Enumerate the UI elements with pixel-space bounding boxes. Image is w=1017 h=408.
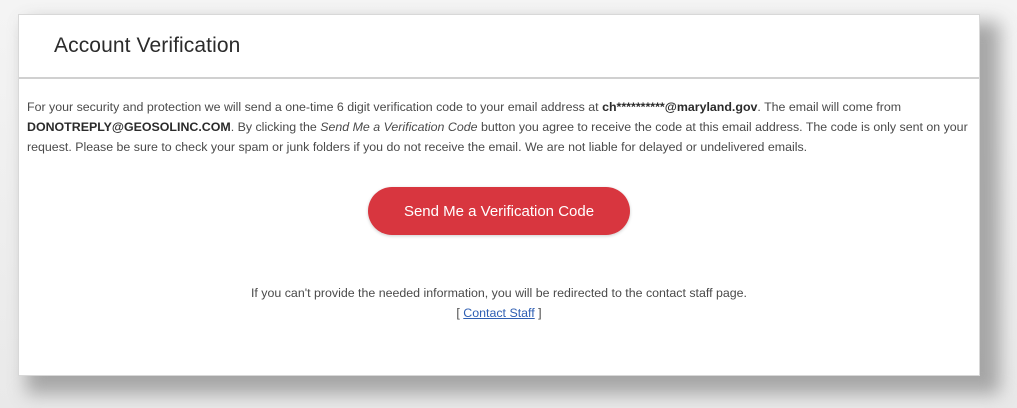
message-part-2: . The email will come from: [757, 100, 902, 114]
footer: If you can't provide the needed informat…: [27, 283, 971, 323]
card-header: Account Verification: [19, 15, 979, 79]
button-reference: Send Me a Verification Code: [320, 120, 478, 134]
contact-staff-link[interactable]: Contact Staff: [463, 306, 534, 320]
sender-email: DONOTREPLY@GEOSOLINC.COM: [27, 120, 231, 134]
send-verification-code-button[interactable]: Send Me a Verification Code: [368, 187, 630, 235]
bracket-close: ]: [534, 306, 542, 320]
contact-link-row: [ Contact Staff ]: [27, 303, 971, 323]
message-part-1: For your security and protection we will…: [27, 100, 603, 114]
masked-email: ch**********@maryland.gov: [602, 100, 758, 114]
message-part-3: . By clicking the: [230, 120, 321, 134]
verification-card: Account Verification For your security a…: [18, 14, 980, 376]
card-title: Account Verification: [54, 34, 241, 57]
footer-text: If you can't provide the needed informat…: [250, 286, 747, 300]
card-body: For your security and protection we will…: [19, 79, 979, 323]
verification-message: For your security and protection we will…: [27, 97, 971, 157]
button-row: Send Me a Verification Code: [27, 187, 971, 235]
